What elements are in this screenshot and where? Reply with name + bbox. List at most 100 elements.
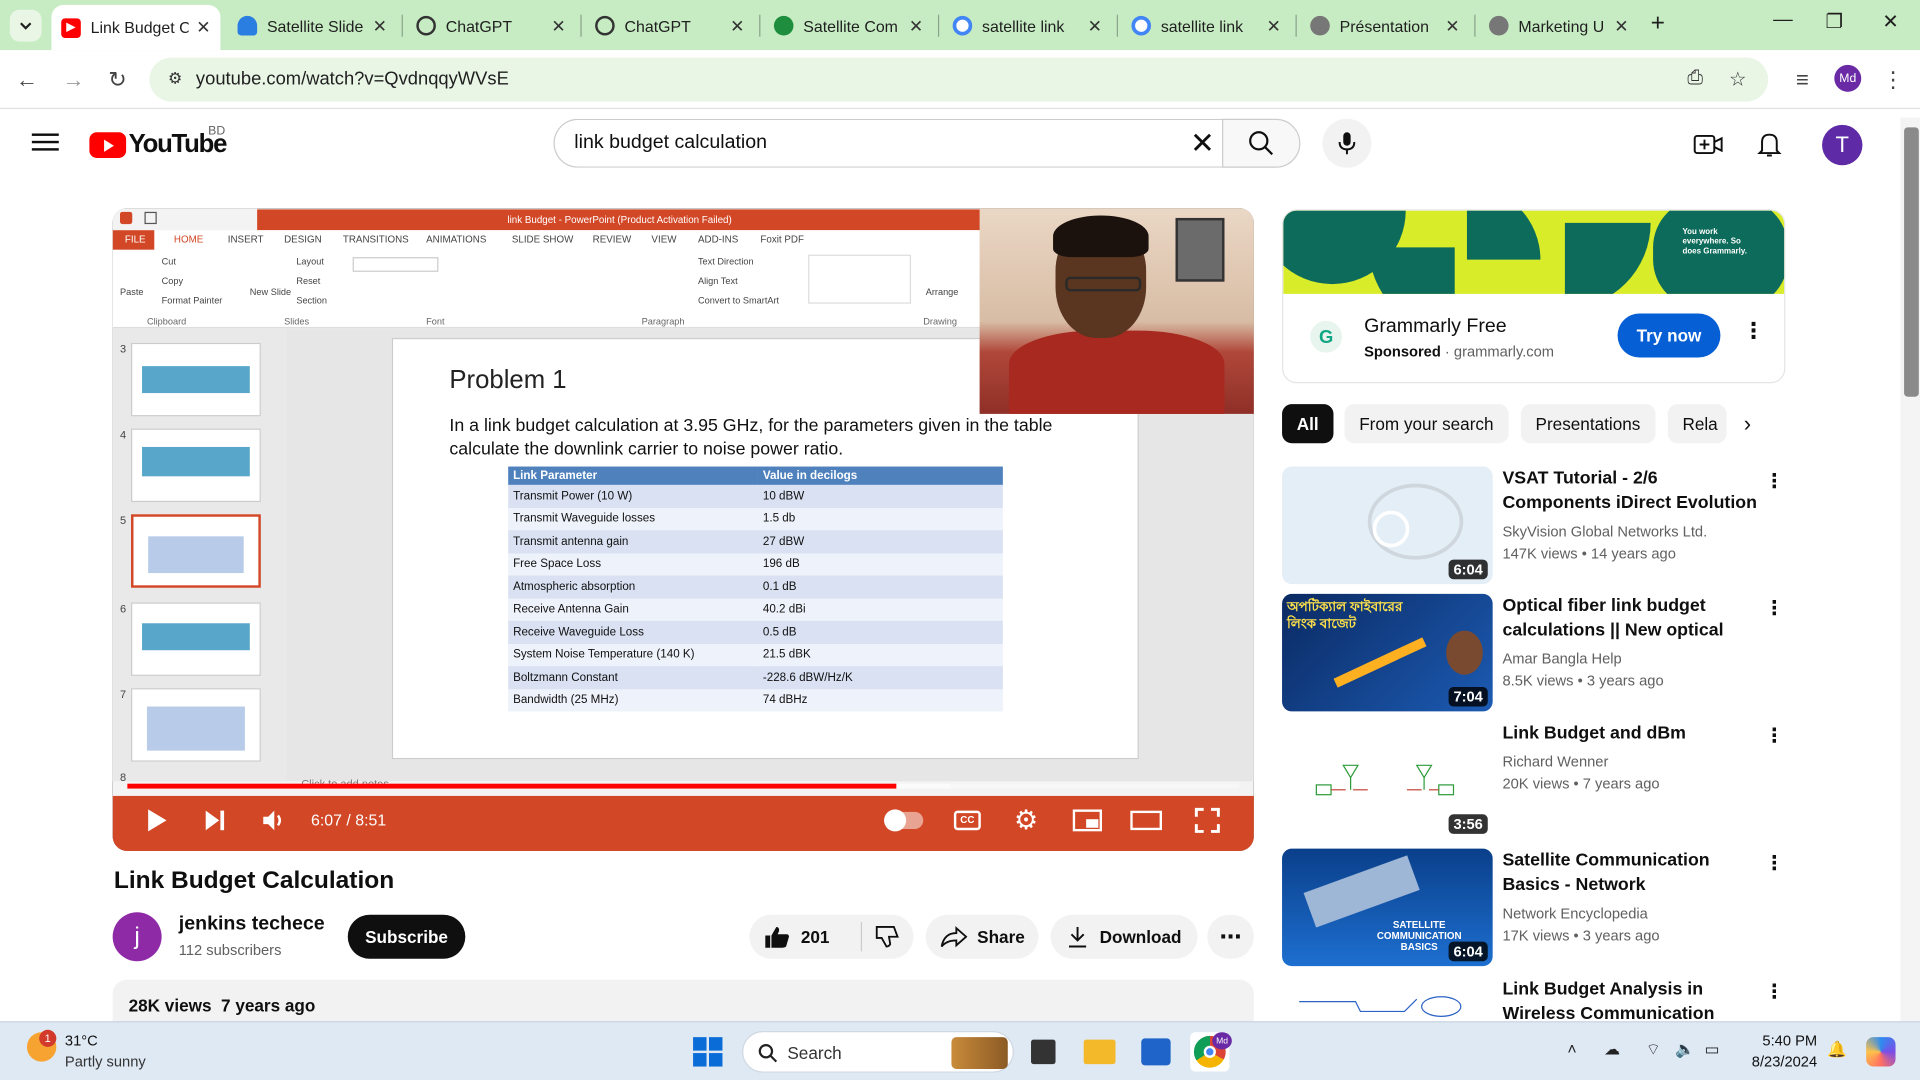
site-info-icon[interactable]: ⚙ — [164, 69, 186, 91]
more-vertical-icon[interactable]: ⋮ — [1765, 469, 1785, 493]
close-window-button[interactable]: ✕ — [1869, 10, 1913, 39]
sponsored-ad-card[interactable]: You work everywhere. So does Grammarly. … — [1282, 209, 1786, 384]
recommended-video[interactable]: অপটিক্যাল ফাইবারের লিংক বাজেট 7:04 Optic… — [1282, 593, 1796, 712]
play-button[interactable] — [137, 803, 176, 837]
minimize-button[interactable]: — — [1761, 10, 1805, 39]
browser-profile-avatar[interactable]: Md — [1834, 64, 1862, 92]
channel-name[interactable]: jenkins techece — [179, 913, 325, 935]
scrollbar-thumb[interactable] — [1904, 127, 1919, 397]
autoplay-toggle[interactable] — [882, 803, 926, 837]
subscribe-button[interactable]: Subscribe — [347, 914, 466, 959]
address-bar[interactable]: ⚙ youtube.com/watch?v=QvdnqqyWVsE ⎙ ☆ — [149, 57, 1769, 102]
tab-chatgpt-2[interactable]: ChatGPT ✕ — [585, 7, 754, 44]
recommended-video[interactable]: 6:04 VSAT Tutorial - 2/6 Components iDir… — [1282, 466, 1796, 585]
install-app-icon[interactable]: ⎙ — [1687, 67, 1703, 89]
like-button[interactable]: 201 — [749, 922, 863, 952]
next-button[interactable] — [196, 803, 235, 837]
video-progress-bar[interactable] — [127, 783, 1240, 789]
more-vertical-icon[interactable]: ⋮ — [1765, 596, 1785, 620]
back-button[interactable]: ← — [12, 65, 41, 94]
taskbar-search-box[interactable]: Search — [742, 1031, 1014, 1073]
close-icon[interactable]: ✕ — [1266, 15, 1280, 36]
windows-start-icon[interactable] — [688, 1032, 727, 1071]
hamburger-menu-icon[interactable] — [31, 130, 59, 157]
new-tab-button[interactable]: + — [1651, 10, 1665, 38]
try-now-button[interactable]: Try now — [1617, 313, 1721, 358]
tab-presentation[interactable]: Présentation ✕ — [1300, 7, 1469, 44]
copilot-icon[interactable] — [1861, 1032, 1900, 1071]
close-icon[interactable]: ✕ — [1088, 15, 1102, 36]
youtube-logo[interactable]: YouTube — [89, 129, 227, 161]
recommended-video[interactable]: Link Budget Analysis in Wireless Communi… — [1282, 977, 1796, 1022]
channel-avatar[interactable]: j — [112, 912, 162, 962]
file-explorer-icon[interactable] — [1080, 1032, 1119, 1071]
close-icon[interactable]: ✕ — [373, 15, 387, 36]
tab-satellite-slide[interactable]: Satellite Slide ✕ — [228, 7, 397, 44]
reload-button[interactable]: ↻ — [103, 65, 132, 94]
taskbar-date[interactable]: 8/23/2024 — [1739, 1053, 1817, 1070]
download-button[interactable]: Download — [1050, 914, 1198, 959]
taskbar-time[interactable]: 5:40 PM — [1761, 1032, 1817, 1049]
recommended-video[interactable]: 3:56 Link Budget and dBm Richard Wenner … — [1282, 721, 1796, 839]
chevron-right-icon[interactable]: › — [1744, 411, 1751, 437]
close-icon[interactable]: ✕ — [1445, 15, 1459, 36]
onedrive-cloud-icon[interactable]: ☁ — [1604, 1040, 1620, 1060]
chip-all[interactable]: All — [1282, 404, 1334, 444]
share-button[interactable]: Share — [925, 914, 1039, 959]
notification-bell-icon[interactable]: 🔔 — [1827, 1040, 1847, 1060]
microsoft-store-icon[interactable] — [1136, 1032, 1175, 1071]
tab-youtube[interactable]: ▶ Link Budget C ✕ — [51, 4, 221, 51]
account-avatar[interactable]: T — [1822, 124, 1863, 166]
more-vertical-icon[interactable]: ⋮ — [1765, 980, 1785, 1004]
tab-google-1[interactable]: satellite link ✕ — [943, 7, 1112, 44]
page-scrollbar[interactable] — [1900, 117, 1920, 1022]
battery-icon[interactable]: ▭ — [1705, 1040, 1720, 1060]
dislike-button[interactable] — [862, 924, 913, 948]
speaker-icon[interactable]: 🔈 — [1675, 1040, 1695, 1060]
notifications-bell-icon[interactable] — [1753, 129, 1785, 161]
video-player[interactable]: link Budget - PowerPoint (Product Activa… — [112, 208, 1254, 852]
fullscreen-button[interactable] — [1190, 803, 1224, 837]
forward-button[interactable]: → — [59, 65, 88, 94]
close-icon[interactable]: ✕ — [730, 15, 744, 36]
wifi-icon[interactable]: ⌔ — [1646, 1040, 1661, 1060]
create-video-icon[interactable] — [1692, 129, 1724, 161]
ppt-group-paragraph: Paragraph — [641, 315, 685, 327]
tab-marketing[interactable]: Marketing U ✕ — [1479, 7, 1638, 44]
more-vertical-icon[interactable]: ⋮ — [1742, 318, 1764, 344]
chip-presentations[interactable]: Presentations — [1520, 404, 1656, 444]
subtitles-button[interactable]: CC — [950, 803, 984, 837]
browser-menu-icon[interactable]: ⋮ — [1878, 65, 1907, 94]
settings-button[interactable]: ⚙ — [1009, 803, 1043, 837]
more-actions-button[interactable]: ⋯ — [1207, 914, 1254, 959]
close-icon[interactable]: ✕ — [551, 15, 565, 36]
task-view-icon[interactable] — [1024, 1032, 1063, 1071]
miniplayer-button[interactable] — [1070, 803, 1104, 837]
tab-chatgpt-1[interactable]: ChatGPT ✕ — [407, 7, 576, 44]
search-button[interactable] — [1222, 118, 1301, 168]
media-control-icon[interactable]: ≡ — [1788, 65, 1817, 94]
tray-chevron-up-icon[interactable]: ˄ — [1567, 1040, 1576, 1058]
close-icon[interactable]: ✕ — [909, 15, 923, 36]
tab-satellite-com[interactable]: Satellite Com ✕ — [764, 7, 933, 44]
tab-search-button[interactable] — [9, 9, 42, 42]
more-vertical-icon[interactable]: ⋮ — [1765, 851, 1785, 875]
weather-condition[interactable]: Partly sunny — [65, 1053, 146, 1070]
search-input[interactable]: link budget calculation ✕ — [553, 118, 1225, 168]
theater-mode-button[interactable] — [1129, 803, 1163, 837]
volume-button[interactable] — [255, 803, 294, 837]
chip-related[interactable]: Rela — [1667, 404, 1727, 444]
chrome-icon[interactable]: Md — [1190, 1032, 1232, 1072]
voice-search-button[interactable] — [1322, 118, 1372, 168]
weather-temperature[interactable]: 31°C — [65, 1032, 98, 1049]
recommended-video[interactable]: SATELLITE COMMUNICATION BASICS 6:04 Sate… — [1282, 848, 1796, 967]
more-vertical-icon[interactable]: ⋮ — [1765, 724, 1785, 748]
close-icon[interactable]: ✕ — [196, 17, 210, 38]
close-icon[interactable]: ✕ — [1614, 15, 1628, 36]
chip-from-your-search[interactable]: From your search — [1344, 404, 1509, 444]
maximize-button[interactable]: ❐ — [1812, 10, 1856, 39]
tab-google-2[interactable]: satellite link ✕ — [1122, 7, 1291, 44]
bookmark-star-icon[interactable]: ☆ — [1729, 67, 1747, 91]
clear-search-icon[interactable]: ✕ — [1190, 126, 1215, 162]
parameter-value-cell: 74 dBHz — [757, 688, 1003, 712]
